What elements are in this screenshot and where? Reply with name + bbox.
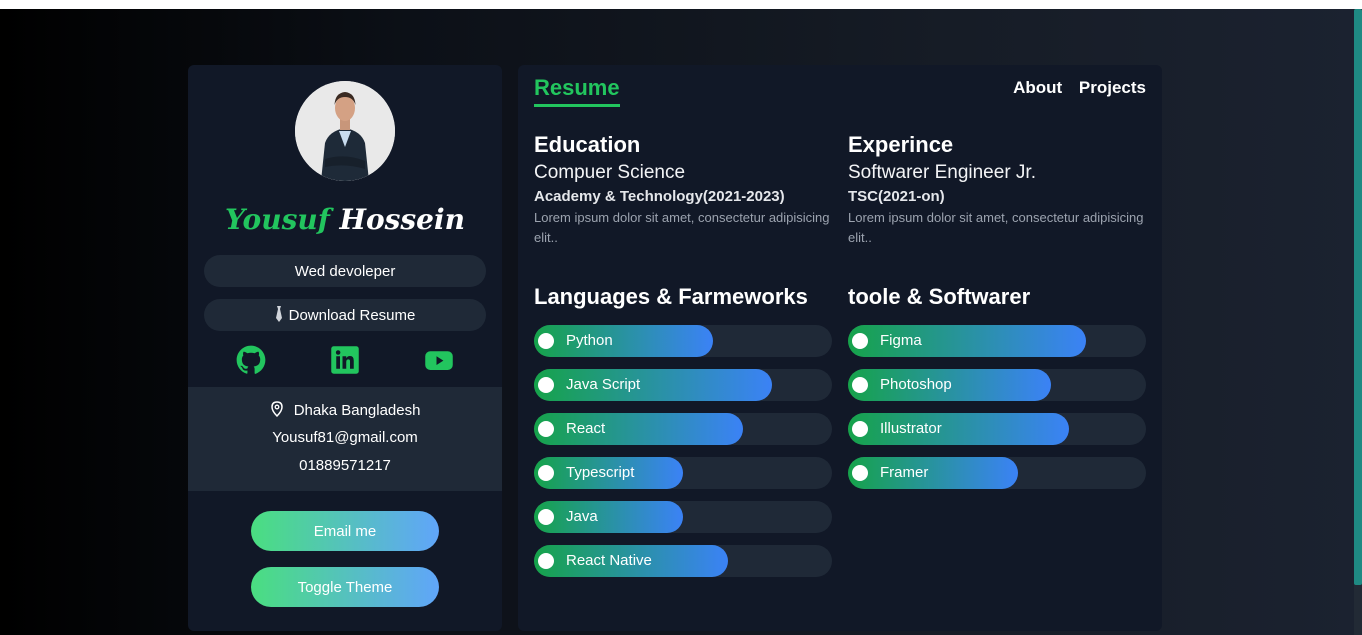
contact-info: Dhaka Bangladesh Yousuf81@gmail.com 0188… xyxy=(188,387,502,491)
skill-bar: React Native xyxy=(534,545,832,577)
education-description: Lorem ipsum dolor sit amet, consectetur … xyxy=(534,210,830,245)
languages-heading: Languages & Farmeworks xyxy=(534,284,808,309)
phone-text: 01889571217 xyxy=(299,457,391,474)
experience-section: Experince Softwarer Engineer Jr. TSC(202… xyxy=(848,131,1146,248)
education-subject: Compuer Science xyxy=(534,162,686,183)
tools-list: Figma Photoshop Illustrator Framer xyxy=(848,325,1146,501)
location-text: Dhaka Bangladesh xyxy=(293,402,421,419)
skill-label: Python xyxy=(566,332,613,349)
skill-label: React Native xyxy=(566,552,652,569)
skill-dot-icon xyxy=(538,333,554,349)
experience-description: Lorem ipsum dolor sit amet, consectetur … xyxy=(848,210,1144,245)
skill-label: Illustrator xyxy=(880,420,942,437)
skill-bar: Typescript xyxy=(534,457,832,489)
social-links xyxy=(188,345,502,375)
skill-label: Java xyxy=(566,508,598,525)
tab-resume[interactable]: Resume xyxy=(534,75,620,107)
download-resume-button[interactable]: Download Resume xyxy=(204,299,486,331)
skill-bar: Figma xyxy=(848,325,1146,357)
skill-bar: Illustrator xyxy=(848,413,1146,445)
languages-list: Python Java Script React Typescript Java Reac… xyxy=(534,325,832,589)
profile-card: Yousuf Hossein Wed devoleper Download Re… xyxy=(188,65,502,631)
skill-label: React xyxy=(566,420,606,437)
linkedin-icon[interactable] xyxy=(330,345,360,375)
skill-bar: Java xyxy=(534,501,832,533)
last-name: Hossein xyxy=(339,203,465,236)
tools-heading: toole & Softwarer xyxy=(848,284,1031,309)
avatar xyxy=(295,81,395,181)
role-badge: Wed devoleper xyxy=(204,255,486,287)
skill-bar-fill xyxy=(534,501,683,533)
top-nav: About Projects xyxy=(1001,78,1146,98)
email-me-button[interactable]: Email me xyxy=(251,511,439,551)
skill-label: Java Script xyxy=(566,376,641,393)
scrollbar-thumb[interactable] xyxy=(1354,9,1362,585)
tie-icon xyxy=(275,305,283,325)
toggle-theme-label: Toggle Theme xyxy=(297,578,393,596)
experience-company: TSC(2021-on) xyxy=(848,188,945,205)
skill-bar: React xyxy=(534,413,832,445)
experience-heading: Experince xyxy=(848,132,954,157)
location-row: Dhaka Bangladesh xyxy=(188,401,502,419)
download-resume-label: Download Resume xyxy=(288,306,416,324)
github-icon[interactable] xyxy=(236,345,266,375)
skill-dot-icon xyxy=(852,465,868,481)
skill-dot-icon xyxy=(538,553,554,569)
profile-name: Yousuf Hossein xyxy=(188,203,502,236)
skill-label: Typescript xyxy=(566,464,635,481)
avatar-image xyxy=(295,81,395,181)
education-heading: Education xyxy=(534,132,641,157)
skill-bar-fill xyxy=(534,325,713,357)
skill-dot-icon xyxy=(852,377,868,393)
skill-bar: Python xyxy=(534,325,832,357)
education-section: Education Compuer Science Academy & Tech… xyxy=(534,131,832,248)
top-bar xyxy=(0,0,1362,9)
skill-label: Figma xyxy=(880,332,922,349)
education-institution: Academy & Technology(2021-2023) xyxy=(534,188,785,205)
skill-dot-icon xyxy=(538,465,554,481)
skill-dot-icon xyxy=(538,377,554,393)
skill-bar-fill xyxy=(848,457,1018,489)
first-name: Yousuf xyxy=(225,203,330,236)
toggle-theme-button[interactable]: Toggle Theme xyxy=(251,567,439,607)
email-me-label: Email me xyxy=(313,522,377,540)
skill-dot-icon xyxy=(538,509,554,525)
skill-dot-icon xyxy=(852,333,868,349)
page-scrollbar[interactable] xyxy=(1354,9,1362,635)
email-text: Yousuf81@gmail.com xyxy=(272,429,418,446)
skill-dot-icon xyxy=(538,421,554,437)
nav-about[interactable]: About xyxy=(1013,78,1062,97)
skill-label: Framer xyxy=(880,464,929,481)
role-label: Wed devoleper xyxy=(294,262,396,280)
location-pin-icon xyxy=(270,401,294,419)
skill-bar: Framer xyxy=(848,457,1146,489)
youtube-icon[interactable] xyxy=(424,345,454,375)
skill-dot-icon xyxy=(852,421,868,437)
skill-bar: Photoshop xyxy=(848,369,1146,401)
skill-bar: Java Script xyxy=(534,369,832,401)
nav-projects[interactable]: Projects xyxy=(1079,78,1146,97)
experience-title: Softwarer Engineer Jr. xyxy=(848,162,1036,183)
skill-label: Photoshop xyxy=(880,376,952,393)
resume-card: Resume About Projects Education Compuer … xyxy=(518,65,1162,631)
